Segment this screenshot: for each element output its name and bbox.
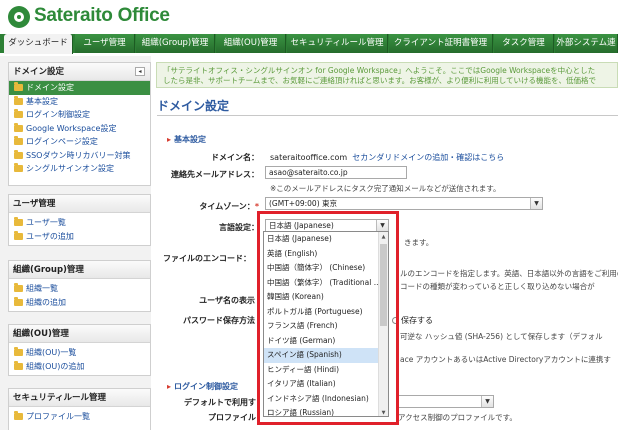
timezone-select[interactable]: (GMT+09:00) 東京 ▼ <box>265 197 543 210</box>
sidebar-panel-domain: ドメイン設定 ◂ ドメイン設定 基本設定 ログイン制御設定 Google Wor… <box>8 62 151 186</box>
section-arrow-icon: ▸ <box>167 135 172 144</box>
folder-icon <box>14 149 23 159</box>
profile-label: プロファイル <box>208 413 256 422</box>
tab-external-systems[interactable]: 外部システム連 <box>555 34 618 53</box>
sidebar-item-ou-list[interactable]: 組織(OU)一覧 <box>9 346 150 360</box>
username-display-label: ユーザ名の表示 <box>199 296 255 305</box>
sidebar-item-login-page[interactable]: ログインページ設定 <box>9 135 150 149</box>
sidebar-panel-title: ユーザ管理 <box>9 195 150 213</box>
sidebar-panel-title: 組織(OU)管理 <box>9 325 150 343</box>
folder-icon <box>14 217 23 226</box>
password-note-1: 可逆な ハッシュ値 (SHA-256) として保存します（デフォル <box>400 332 603 341</box>
folder-icon <box>14 347 23 356</box>
collapse-button[interactable]: ◂ <box>135 67 145 76</box>
contact-email-label: 連絡先メールアドレス： <box>171 170 259 179</box>
sidebar-item-basic-settings[interactable]: 基本設定 <box>9 95 150 109</box>
password-storage-label: パスワード保存方法 <box>183 316 255 325</box>
folder-icon <box>14 411 23 420</box>
domain-label: ドメイン名： <box>211 153 259 162</box>
folder-icon <box>14 296 23 306</box>
encoding-label: ファイルのエンコード： <box>163 254 251 263</box>
folder-icon <box>14 82 23 91</box>
contact-email-field[interactable]: asao@sateraito.co.jp <box>265 166 407 179</box>
title-divider <box>157 115 618 116</box>
sidebar-panel-security: セキュリティルール管理 プロファイル一覧 <box>8 388 151 430</box>
default-profile-label: デフォルトで利用す <box>184 398 256 407</box>
sidebar-item-group-list[interactable]: 組織一覧 <box>9 282 150 296</box>
tab-tasks[interactable]: タスク管理 <box>494 34 554 53</box>
sidebar-item-add-group[interactable]: 組織の追加 <box>9 296 150 310</box>
section-arrow-icon: ▸ <box>167 382 172 391</box>
logo-icon <box>8 6 30 28</box>
chevron-down-icon: ▼ <box>481 396 493 407</box>
timezone-label: タイムゾーン：* <box>199 202 259 211</box>
contact-email-note: ※このメールアドレスにタスク完了通知メールなどが送信されます。 <box>270 184 501 193</box>
language-note: きます。 <box>404 238 434 247</box>
section-basic-settings[interactable]: ▸ 基本設定 <box>167 134 206 145</box>
folder-icon <box>14 360 23 370</box>
sidebar-item-profile-list[interactable]: プロファイル一覧 <box>9 410 150 424</box>
encoding-note-1: ルのエンコードを指定します。英語、日本語以外の言語をご利用の <box>400 269 618 278</box>
main-nav-tabs: ダッシュボード ユーザ管理 組織(Group)管理 組織(OU)管理 セキュリテ… <box>0 34 618 54</box>
sidebar: ドメイン設定 ◂ ドメイン設定 基本設定 ログイン制御設定 Google Wor… <box>0 56 151 430</box>
language-label: 言語設定： <box>219 223 259 232</box>
password-note-2: ace アカウントあるいはActive Directoryアカウントに連携す <box>400 355 611 364</box>
default-profile-select[interactable]: ▼ <box>398 395 494 408</box>
profile-note: アクセス制御のプロファイルです。 <box>398 413 517 422</box>
sidebar-panel-title: ドメイン設定 <box>13 67 65 77</box>
section-login-control[interactable]: ▸ ログイン制御設定 <box>167 381 238 392</box>
sidebar-item-single-sign-on[interactable]: シングルサインオン設定 <box>9 162 150 176</box>
chevron-down-icon: ▼ <box>530 198 542 209</box>
sidebar-item-add-user[interactable]: ユーザの追加 <box>9 230 150 244</box>
folder-icon <box>14 230 23 240</box>
sidebar-panel-groups: 組織(Group)管理 組織一覧 組織の追加 <box>8 260 151 312</box>
tab-groups[interactable]: 組織(Group)管理 <box>136 34 215 53</box>
folder-icon <box>14 136 23 145</box>
tab-security-rules[interactable]: セキュリティルール管理 <box>287 34 388 53</box>
tab-ous[interactable]: 組織(OU)管理 <box>216 34 286 53</box>
app-logo: Sateraito Office <box>34 5 170 26</box>
highlight-box <box>257 211 399 425</box>
sidebar-panel-title: セキュリティルール管理 <box>9 389 150 407</box>
sidebar-item-domain-settings[interactable]: ドメイン設定 <box>9 81 150 95</box>
folder-icon <box>14 163 23 172</box>
sidebar-item-google-workspace[interactable]: Google Workspace設定 <box>9 122 150 136</box>
tab-users[interactable]: ユーザ管理 <box>75 34 135 53</box>
welcome-notice: 「サテライトオフィス・シングルサインオン for Google Workspac… <box>156 62 618 88</box>
sidebar-item-user-list[interactable]: ユーザ一覧 <box>9 216 150 230</box>
sidebar-item-login-control[interactable]: ログイン制御設定 <box>9 108 150 122</box>
encoding-note-2: コードの種類が変わっていると正しく取り込めない場合が <box>400 282 595 291</box>
folder-icon <box>14 95 23 105</box>
secondary-domain-link[interactable]: セカンダリドメインの追加・確認はこちら <box>352 153 504 162</box>
sidebar-item-add-ou[interactable]: 組織(OU)の追加 <box>9 360 150 374</box>
sidebar-panel-ous: 組織(OU)管理 組織(OU)一覧 組織(OU)の追加 <box>8 324 151 376</box>
app-header: Sateraito Office <box>0 0 618 32</box>
sidebar-panel-users: ユーザ管理 ユーザ一覧 ユーザの追加 <box>8 194 151 246</box>
sidebar-item-sso-recovery[interactable]: SSOダウン時リカバリー対策 <box>9 149 150 163</box>
domain-value: sateraitooffice.com セカンダリドメインの追加・確認はこちら <box>270 153 505 162</box>
folder-icon <box>14 109 23 118</box>
folder-icon <box>14 122 23 132</box>
sidebar-panel-title: 組織(Group)管理 <box>9 261 150 279</box>
tab-dashboard[interactable]: ダッシュボード <box>4 34 73 54</box>
folder-icon <box>14 283 23 292</box>
tab-client-certs[interactable]: クライアント証明書管理 <box>389 34 493 53</box>
page-title: ドメイン設定 <box>157 99 230 113</box>
